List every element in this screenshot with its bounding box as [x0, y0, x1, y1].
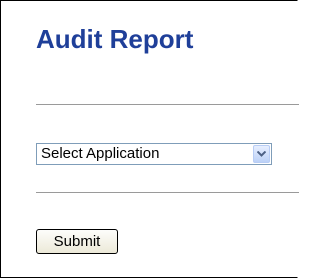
- audit-report-panel: Audit Report Select Application Submit: [0, 0, 299, 278]
- application-select[interactable]: Select Application: [36, 143, 272, 165]
- divider-bottom: [36, 192, 299, 194]
- chevron-down-icon: [257, 151, 266, 157]
- divider-top: [36, 104, 299, 106]
- submit-button[interactable]: Submit: [36, 229, 118, 254]
- application-select-dropdown-button[interactable]: [253, 145, 270, 163]
- application-select-value: Select Application: [41, 145, 160, 162]
- page-title: Audit Report: [36, 24, 194, 54]
